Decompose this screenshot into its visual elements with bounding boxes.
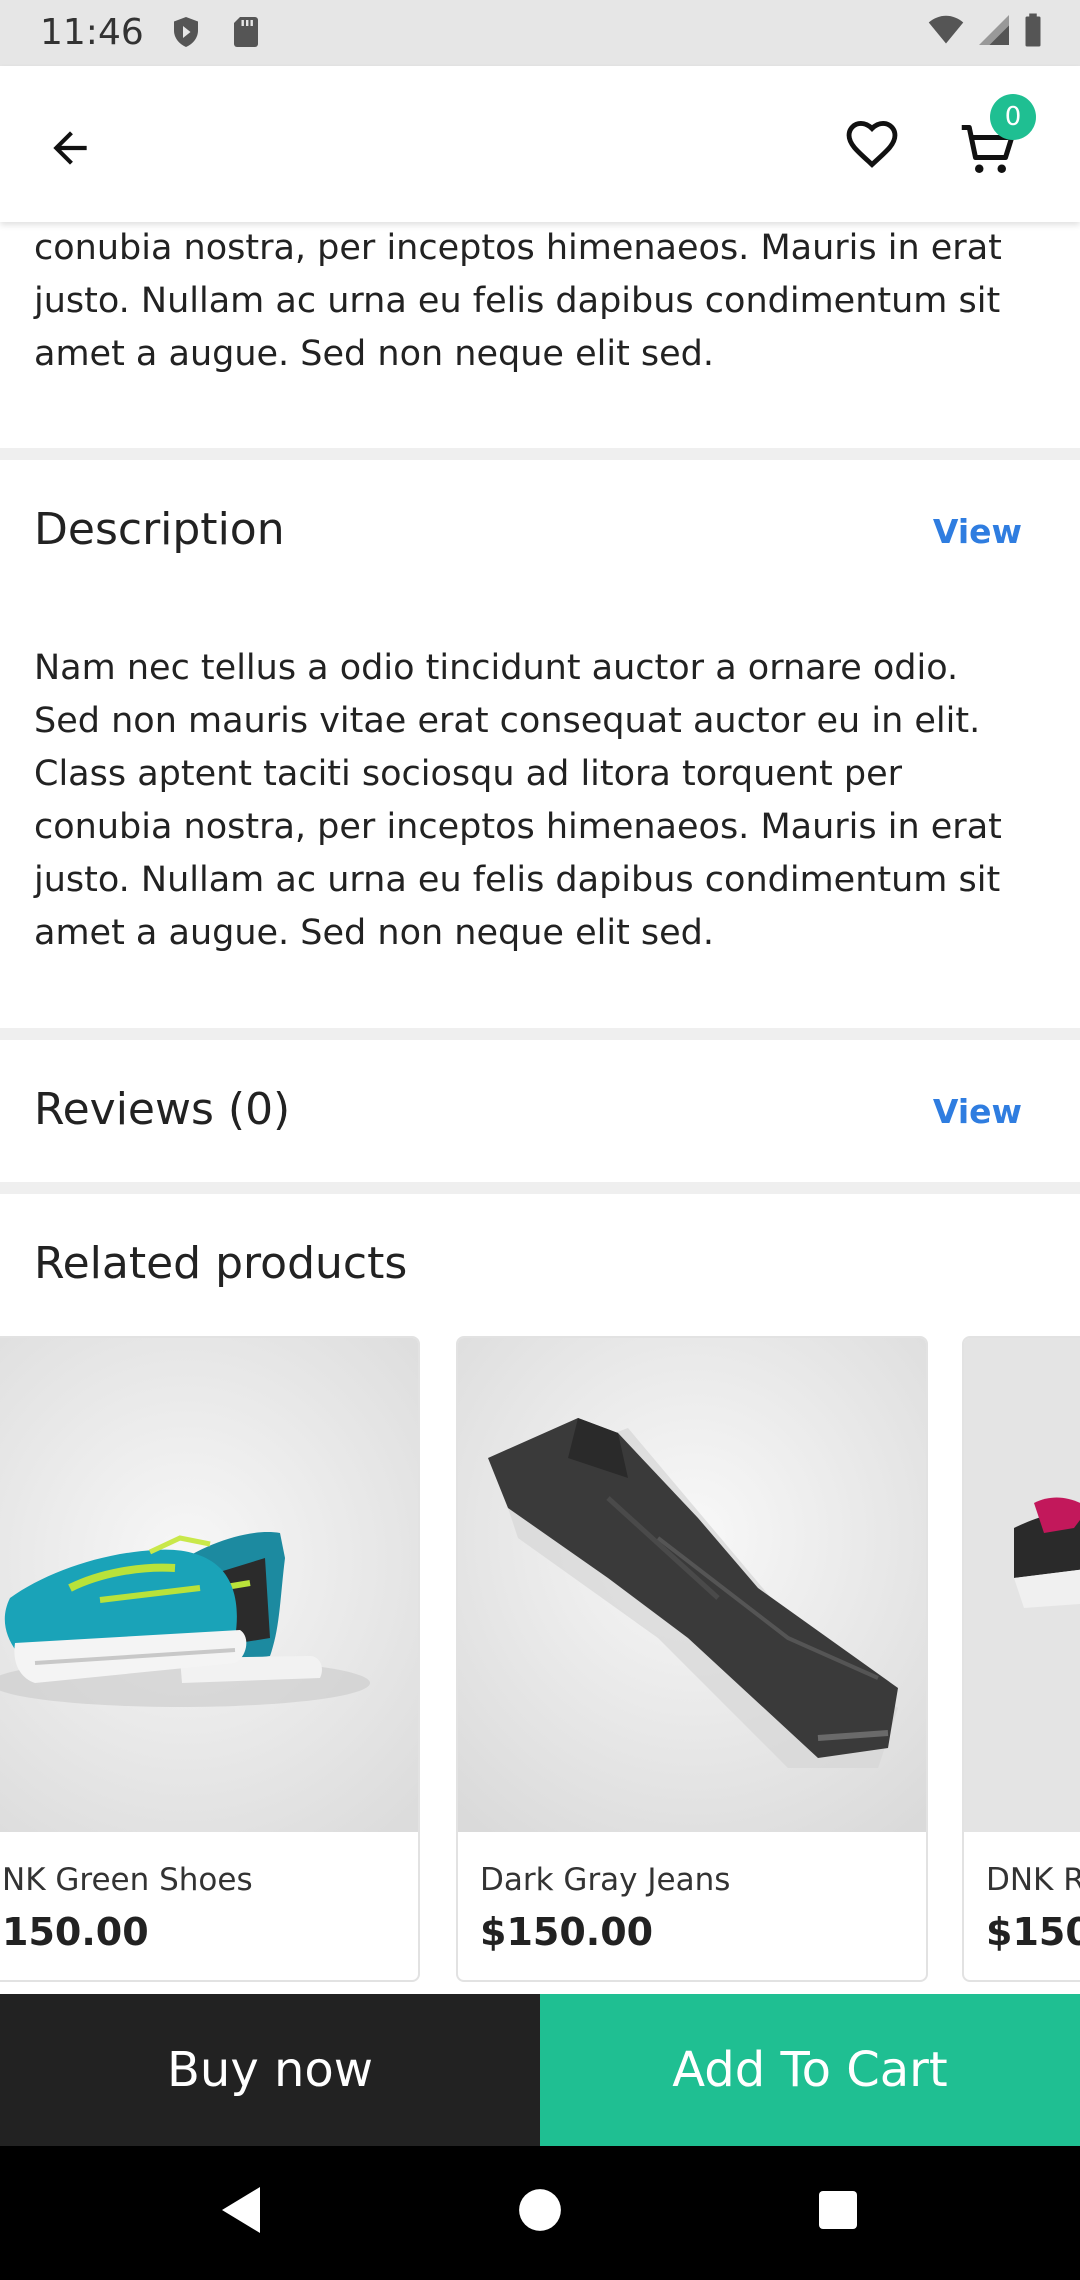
description-line: justo. Nullam ac urna eu felis dapibus c…	[34, 860, 1001, 900]
description-line: amet a augue. Sed non neque elit sed.	[34, 913, 715, 953]
product-name: DNK R	[986, 1862, 1080, 1898]
product-image-jeans	[458, 1338, 926, 1832]
product-image-shoes-pink	[964, 1338, 1080, 1832]
nav-home-button[interactable]	[510, 2182, 570, 2242]
product-name: Dark Gray Jeans	[480, 1862, 731, 1898]
description-line: conubia nostra, per inceptos himenaeos. …	[34, 807, 1002, 847]
status-right-icons	[926, 12, 1044, 52]
product-price: $150	[986, 1910, 1080, 1954]
reviews-view-link[interactable]: View	[933, 1092, 1022, 1131]
related-products-title: Related products	[34, 1238, 408, 1289]
description-title: Description	[34, 504, 285, 555]
nav-recents-icon	[818, 2190, 858, 2234]
nav-recents-button[interactable]	[808, 2182, 868, 2242]
section-divider	[0, 1028, 1080, 1040]
bottom-action-bar: Buy now Add To Cart	[0, 1994, 1080, 2146]
short-description: conubia nostra, per inceptos himenaeos. …	[0, 222, 1080, 381]
product-card[interactable]: NK Green Shoes 150.00	[0, 1336, 420, 1982]
cart-count-badge: 0	[990, 94, 1036, 140]
wifi-icon	[926, 12, 966, 52]
description-view-link[interactable]: View	[933, 512, 1022, 551]
product-name: NK Green Shoes	[2, 1862, 253, 1898]
section-divider	[0, 1182, 1080, 1194]
system-nav-bar	[0, 2146, 1080, 2280]
nav-home-icon	[518, 2188, 562, 2236]
product-card[interactable]: DNK R $150	[962, 1336, 1080, 1982]
description-text: Nam nec tellus a odio tincidunt auctor a…	[0, 642, 1080, 960]
app-bar	[0, 66, 1080, 222]
back-arrow-icon	[45, 123, 95, 177]
shield-icon	[168, 14, 204, 50]
heart-icon	[843, 115, 901, 177]
short-description-line: conubia nostra, per inceptos himenaeos. …	[34, 228, 1002, 268]
reviews-title: Reviews (0)	[34, 1084, 291, 1135]
add-to-cart-button[interactable]: Add To Cart	[540, 1994, 1080, 2146]
short-description-line: justo. Nullam ac urna eu felis dapibus c…	[34, 281, 1001, 321]
status-bar: 11:46	[0, 0, 1080, 66]
sd-card-icon	[228, 14, 264, 50]
short-description-line: amet a augue. Sed non neque elit sed.	[34, 334, 715, 374]
product-price: $150.00	[480, 1910, 654, 1954]
description-line: Class aptent taciti sociosqu ad litora t…	[34, 754, 903, 794]
product-price: 150.00	[2, 1910, 149, 1954]
battery-icon	[1022, 12, 1044, 52]
description-line: Nam nec tellus a odio tincidunt auctor a…	[34, 648, 959, 688]
description-line: Sed non mauris vitae erat consequat auct…	[34, 701, 981, 741]
back-button[interactable]	[34, 114, 106, 186]
nav-back-button[interactable]	[212, 2182, 272, 2242]
product-card[interactable]: Dark Gray Jeans $150.00	[456, 1336, 928, 1982]
signal-icon	[976, 12, 1012, 52]
nav-back-icon	[220, 2185, 264, 2239]
related-products-carousel[interactable]: NK Green Shoes 150.00 Dark Gray Jeans $1…	[0, 1336, 1080, 1986]
status-time: 11:46	[40, 12, 144, 53]
section-divider	[0, 448, 1080, 460]
wishlist-button[interactable]	[836, 110, 908, 182]
buy-now-button[interactable]: Buy now	[0, 1994, 540, 2146]
product-image-shoes	[0, 1338, 418, 1832]
